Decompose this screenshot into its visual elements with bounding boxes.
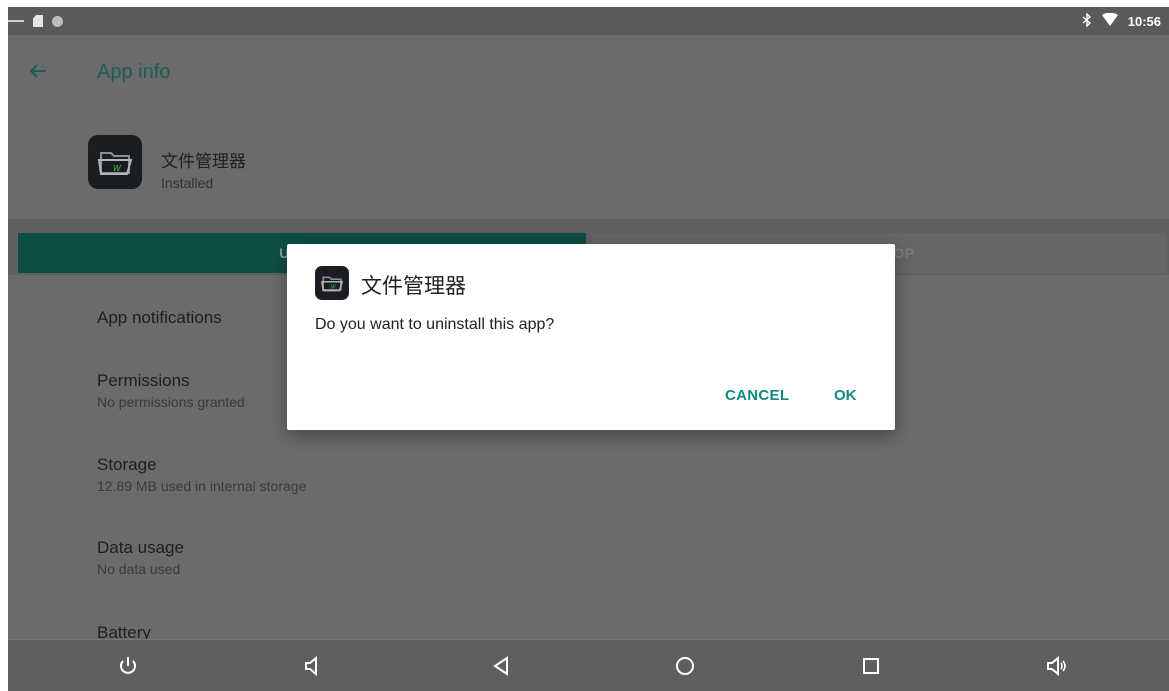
status-bar: 10:56 <box>8 7 1169 35</box>
app-bar: App info <box>8 35 1169 109</box>
volume-up-icon[interactable] <box>1045 654 1069 678</box>
dialog-title: 文件管理器 <box>361 275 466 298</box>
app-header: W 文件管理器 Installed <box>8 109 1169 219</box>
back-triangle-icon[interactable] <box>489 654 513 678</box>
settings-item-subtitle: No data used <box>97 561 181 577</box>
app-name: 文件管理器 <box>161 152 246 171</box>
settings-item-subtitle: 12.89 MB used in internal storage <box>97 478 307 494</box>
settings-item-storage[interactable]: Storage 12.89 MB used in internal storag… <box>97 455 306 494</box>
ok-button[interactable]: OK <box>834 387 857 404</box>
settings-item-permissions[interactable]: Permissions No permissions granted <box>97 371 245 410</box>
volume-down-icon[interactable] <box>301 654 325 678</box>
page-title: App info <box>97 61 171 83</box>
status-left-icons <box>8 7 63 35</box>
settings-item-notifications[interactable]: App notifications <box>97 308 222 328</box>
settings-item-data-usage[interactable]: Data usage No data used <box>97 538 184 577</box>
status-right: 10:56 <box>1082 7 1161 35</box>
cancel-button[interactable]: CANCEL <box>725 387 789 404</box>
app-status: Installed <box>161 175 214 191</box>
settings-item-title: Permissions <box>97 371 190 390</box>
settings-item-subtitle: No permissions granted <box>97 394 245 410</box>
file-manager-icon: W <box>88 135 142 189</box>
svg-text:W: W <box>113 164 122 173</box>
settings-item-title: App notifications <box>97 308 222 327</box>
settings-item-title: Storage <box>97 455 157 474</box>
bluetooth-icon <box>1082 11 1092 30</box>
file-manager-icon: W <box>315 266 349 300</box>
circle-icon <box>52 15 63 27</box>
power-icon[interactable] <box>116 654 140 678</box>
arrow-left-icon[interactable] <box>26 59 50 83</box>
clock: 10:56 <box>1127 13 1161 29</box>
uninstall-dialog: W 文件管理器 Do you want to uninstall this ap… <box>287 244 895 430</box>
minus-icon <box>8 20 24 22</box>
wifi-icon <box>1101 12 1118 29</box>
sd-card-icon <box>33 15 43 27</box>
navigation-bar <box>8 639 1169 691</box>
dialog-message: Do you want to uninstall this app? <box>315 316 555 333</box>
recents-square-icon[interactable] <box>859 654 883 678</box>
home-circle-icon[interactable] <box>673 654 697 678</box>
settings-item-title: Data usage <box>97 538 184 557</box>
